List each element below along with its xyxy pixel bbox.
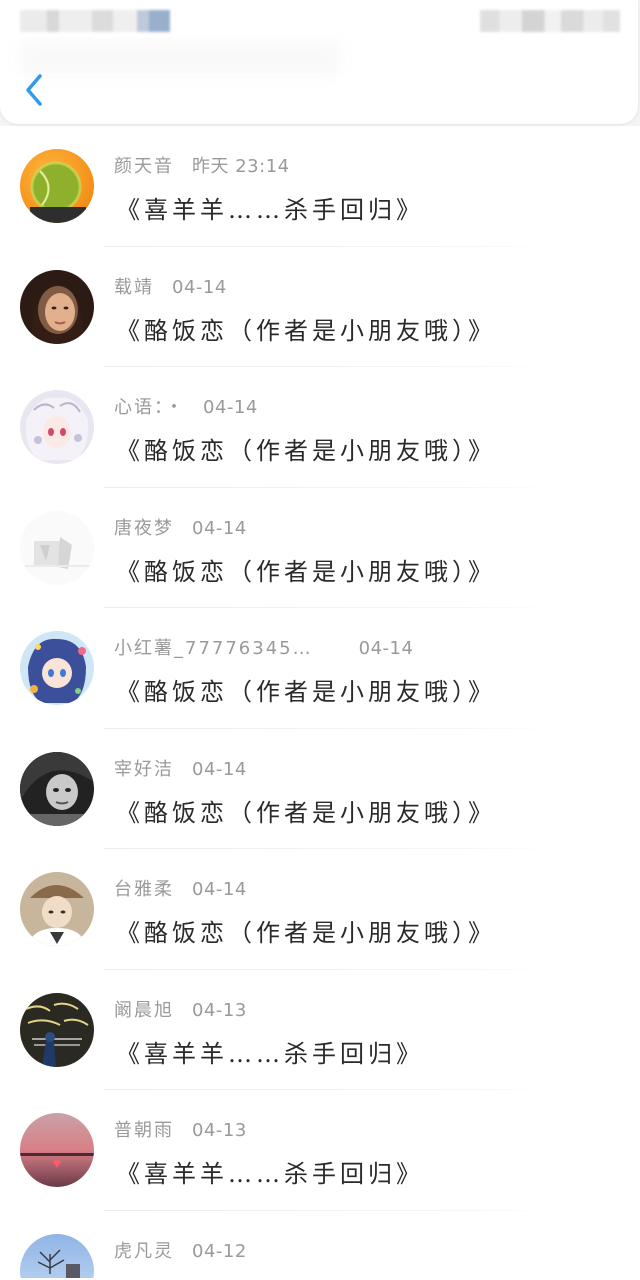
timestamp: 04-14	[192, 879, 247, 900]
message-text: 《酪饭恋（作者是小朋友哦）》	[116, 798, 496, 827]
timestamp: 昨天 23:14	[192, 156, 290, 177]
user-name[interactable]: 台雅柔	[114, 879, 174, 900]
user-name[interactable]: 心语：・	[114, 397, 185, 418]
user-name[interactable]: 颜天音	[114, 156, 174, 177]
message-text: 《酪饭恋（作者是小朋友哦）》	[116, 437, 496, 465]
sunset-heart-avatar[interactable]	[20, 1113, 94, 1187]
message-text: 《酪饭恋（作者是小朋友哦）》	[116, 557, 496, 586]
timestamp: 04-13	[192, 999, 247, 1021]
list-item[interactable]: 载靖 04-14 《酪饭恋（作者是小朋友哦）》	[0, 247, 640, 367]
comment-meta: 宰好洁 04-14	[114, 755, 247, 780]
message-text: 《酪饭恋（作者是小朋友哦）》	[116, 316, 496, 345]
white-sketch-avatar[interactable]	[20, 510, 94, 585]
top-bar	[0, 0, 640, 126]
timestamp: 04-14	[172, 276, 227, 298]
comment-meta: 阚晨旭 04-13	[114, 996, 247, 1021]
list-item[interactable]: 台雅柔 04-14 《酪饭恋（作者是小朋友哦）》	[0, 849, 640, 970]
list-item[interactable]: 普朝雨 04-13 《喜羊羊……杀手回归》	[0, 1090, 640, 1211]
user-name[interactable]: 唐夜梦	[114, 518, 174, 539]
message-text: 《喜羊羊……杀手回归》	[116, 1039, 424, 1068]
comment-meta: 虎凡灵 04-12	[114, 1237, 247, 1262]
bw-girl-avatar[interactable]	[20, 751, 94, 826]
timestamp: 04-13	[192, 1120, 247, 1141]
list-item[interactable]: 虎凡灵 04-12	[0, 1211, 640, 1280]
blurred-status	[480, 10, 620, 32]
timestamp: 04-14	[192, 758, 247, 780]
comment-meta: 普朝雨 04-13	[114, 1116, 247, 1141]
message-text: 《酪饭恋（作者是小朋友哦）》	[116, 919, 496, 947]
user-name[interactable]: 载靖	[114, 277, 154, 298]
list-item[interactable]: 宰好洁 04-14 《酪饭恋（作者是小朋友哦）》	[0, 729, 640, 849]
list-item[interactable]: 唐夜梦 04-14 《酪饭恋（作者是小朋友哦）》	[0, 488, 640, 608]
user-name[interactable]: 阚晨旭	[114, 1000, 174, 1021]
comment-meta: 颜天音 昨天 23:14	[114, 152, 290, 177]
timestamp: 04-12	[192, 1240, 247, 1262]
list-item[interactable]: 颜天音 昨天 23:14 《喜羊羊……杀手回归》	[0, 126, 640, 247]
back-button[interactable]	[18, 70, 54, 110]
user-name[interactable]: 小红薯_77776345…	[114, 638, 313, 659]
timestamp: 04-14	[192, 517, 247, 539]
list-item[interactable]: 阚晨旭 04-13 《喜羊羊……杀手回归》	[0, 970, 640, 1090]
list-item[interactable]: 心语：・ 04-14 《酪饭恋（作者是小朋友哦）》	[0, 367, 640, 488]
user-name[interactable]: 宰好洁	[114, 759, 174, 780]
message-list: 颜天音 昨天 23:14 《喜羊羊……杀手回归》 载靖 04-14 《酪饭恋（作…	[0, 126, 640, 1280]
timestamp: 04-14	[358, 638, 414, 659]
comment-meta: 心语：・ 04-14	[114, 393, 258, 418]
comment-meta: 唐夜梦 04-14	[114, 514, 247, 539]
comment-list-screen: 颜天音 昨天 23:14 《喜羊羊……杀手回归》 载靖 04-14 《酪饭恋（作…	[0, 0, 640, 1280]
timestamp: 04-14	[203, 397, 258, 418]
blurred-subtitle	[20, 40, 340, 76]
winter-tree-avatar[interactable]	[20, 1233, 94, 1280]
message-text: 《喜羊羊……杀手回归》	[116, 1160, 424, 1188]
comment-meta: 载靖 04-14	[114, 273, 227, 298]
list-item[interactable]: 小红薯_77776345… 04-14 《酪饭恋（作者是小朋友哦）》	[0, 608, 640, 729]
message-text: 《酪饭恋（作者是小朋友哦）》	[116, 678, 496, 706]
blurred-title	[20, 10, 170, 32]
chalk-wall-avatar[interactable]	[20, 992, 94, 1067]
hat-person-avatar[interactable]	[20, 872, 94, 946]
header-card	[0, 0, 638, 124]
comment-meta: 小红薯_77776345… 04-14	[114, 634, 414, 659]
girl-photo-avatar[interactable]	[20, 269, 94, 344]
user-name[interactable]: 普朝雨	[114, 1120, 174, 1141]
message-text: 《喜羊羊……杀手回归》	[116, 196, 424, 224]
anime-girl-avatar[interactable]	[20, 390, 94, 464]
chevron-left-icon	[26, 74, 42, 106]
user-name[interactable]: 虎凡灵	[114, 1241, 174, 1262]
comment-meta: 台雅柔 04-14	[114, 875, 247, 900]
anime-colorful-avatar[interactable]	[20, 631, 94, 705]
tennis-ball-avatar[interactable]	[20, 149, 94, 223]
